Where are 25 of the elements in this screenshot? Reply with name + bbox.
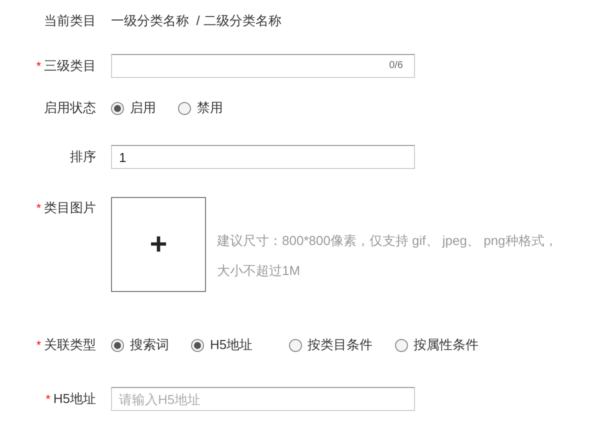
hint-text: 大小不超过1M xyxy=(217,262,302,280)
radio-option[interactable]: 搜索词 xyxy=(111,335,169,355)
hint-text: 建议尺寸：800*800像素，仅支持 gif、 jpeg、 png种格式， xyxy=(217,232,558,250)
category-path: 一级分类名称 / 二级分类名称 xyxy=(111,12,282,30)
input-field[interactable]: 1 xyxy=(111,145,415,169)
radio-option[interactable]: 按类目条件 xyxy=(288,335,373,355)
char-counter: 0/6 xyxy=(389,60,403,72)
required-asterisk: * xyxy=(46,391,50,408)
required-asterisk: * xyxy=(36,58,41,75)
radio-option[interactable]: H5地址 xyxy=(191,335,253,355)
radio-option[interactable]: 启用 xyxy=(111,98,156,118)
required-asterisk: * xyxy=(36,337,41,354)
field-label: 排序 xyxy=(70,148,96,166)
input-field[interactable]: 请输入H5地址 xyxy=(111,387,415,411)
radio-option[interactable]: 禁用 xyxy=(178,98,223,118)
field-label: 关联类型 xyxy=(44,336,96,354)
input-field[interactable] xyxy=(111,54,415,78)
required-asterisk: * xyxy=(36,200,41,217)
radio-option[interactable]: 按属性条件 xyxy=(394,335,479,355)
field-label: H5地址 xyxy=(53,390,96,408)
field-label: 三级类目 xyxy=(44,57,96,76)
field-label: 启用状态 xyxy=(44,99,96,118)
field-label: 类目图片 xyxy=(44,199,96,218)
field-label: 当前类目 xyxy=(44,12,96,30)
upload-button[interactable]: + xyxy=(111,197,206,292)
